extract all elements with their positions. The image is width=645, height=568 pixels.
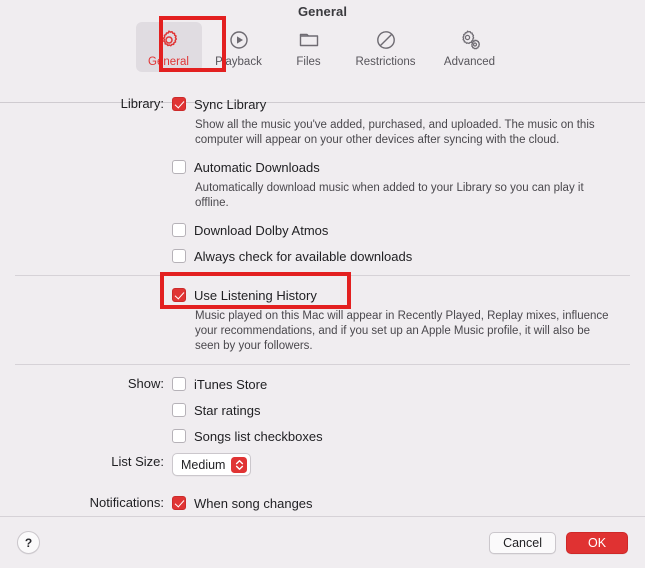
gear-icon [157,27,181,53]
tab-playback[interactable]: Playback [206,22,272,72]
row-library-sync: Library: Sync Library Show all the music… [0,95,645,148]
tab-files[interactable]: Files [276,22,342,72]
ok-button[interactable]: OK [566,531,628,554]
checkbox-automatic-downloads[interactable]: Automatic Downloads [172,158,645,176]
library-label: Library: [120,96,164,111]
itunes-store-checkbox-box[interactable] [172,377,186,391]
when-song-changes-checkbox-box[interactable] [172,496,186,510]
row-show-itunes-store: Show: iTunes Store [0,375,645,393]
checkbox-when-song-changes[interactable]: When song changes [172,494,645,512]
no-entry-icon [374,27,398,53]
tab-general[interactable]: General [135,22,202,72]
star-ratings-checkbox-box[interactable] [172,403,186,417]
checkbox-star-ratings[interactable]: Star ratings [172,401,645,419]
use-listening-history-description: Music played on this Mac will appear in … [195,310,609,352]
row-show-star-ratings: Star ratings [0,401,645,419]
automatic-downloads-checkbox-box[interactable] [172,160,186,174]
tab-general-label: General [148,56,189,68]
list-size-popup-button[interactable]: Medium [172,453,252,476]
checkbox-always-check-downloads[interactable]: Always check for available downloads [172,247,645,265]
sync-library-description: Show all the music you've added, purchas… [195,119,595,146]
tab-files-label: Files [296,56,321,68]
tab-restrictions-label: Restrictions [355,56,416,68]
titlebar: General [0,0,645,22]
always-check-downloads-label: Always check for available downloads [194,248,413,264]
when-song-changes-label: When song changes [194,495,313,511]
checkbox-itunes-store[interactable]: iTunes Store [172,375,645,393]
chevron-up-down-icon [231,456,248,473]
songs-list-checkboxes-checkbox-box[interactable] [172,429,186,443]
download-dolby-atmos-checkbox-box[interactable] [172,223,186,237]
row-notifications: Notifications: When song changes [0,494,645,512]
notifications-label: Notifications: [89,495,164,510]
row-show-songs-list-checkboxes: Songs list checkboxes [0,427,645,445]
automatic-downloads-description: Automatically download music when added … [195,182,584,209]
automatic-downloads-label: Automatic Downloads [194,159,320,175]
tab-advanced-label: Advanced [443,56,496,68]
use-listening-history-checkbox-box[interactable] [172,288,186,302]
checkbox-use-listening-history[interactable]: Use Listening History [172,286,645,304]
sync-library-label: Sync Library [194,96,267,112]
tab-playback-label: Playback [215,56,262,68]
row-automatic-downloads: Automatic Downloads Automatically downlo… [0,158,645,211]
cancel-button[interactable]: Cancel [489,531,556,554]
separator-show-section [15,364,630,365]
checkbox-songs-list-checkboxes[interactable]: Songs list checkboxes [172,427,645,445]
itunes-store-label: iTunes Store [194,376,268,392]
separator-listening-history [15,275,630,276]
folder-icon [297,27,321,53]
always-check-downloads-checkbox-box[interactable] [172,249,186,263]
page-title: General [297,4,348,19]
star-ratings-label: Star ratings [194,402,261,418]
checkbox-sync-library[interactable]: Sync Library [172,95,645,113]
preferences-toolbar: General Playback Files Restrictions Adva… [0,22,645,103]
row-always-check-downloads: Always check for available downloads [0,247,645,265]
help-button[interactable]: ? [17,531,40,554]
row-dolby-atmos: Download Dolby Atmos [0,221,645,239]
row-listening-history: Use Listening History Music played on th… [0,286,645,354]
checkbox-download-dolby-atmos[interactable]: Download Dolby Atmos [172,221,645,239]
double-gear-icon [457,27,483,53]
tab-advanced[interactable]: Advanced [430,22,510,72]
list-size-label: List Size: [111,454,164,469]
dialog-footer: ? Cancel OK [0,516,645,568]
preferences-content: Library: Sync Library Show all the music… [0,80,645,512]
tab-restrictions[interactable]: Restrictions [346,22,426,72]
use-listening-history-label: Use Listening History [194,287,317,303]
preferences-window: General General Playback Files Restricti… [0,0,645,568]
songs-list-checkboxes-label: Songs list checkboxes [194,428,323,444]
sync-library-checkbox-box[interactable] [172,97,186,111]
download-dolby-atmos-label: Download Dolby Atmos [194,222,329,238]
play-circle-icon [227,27,251,53]
row-list-size: List Size: Medium [0,453,645,476]
list-size-value: Medium [181,457,226,472]
show-label: Show: [127,376,164,391]
